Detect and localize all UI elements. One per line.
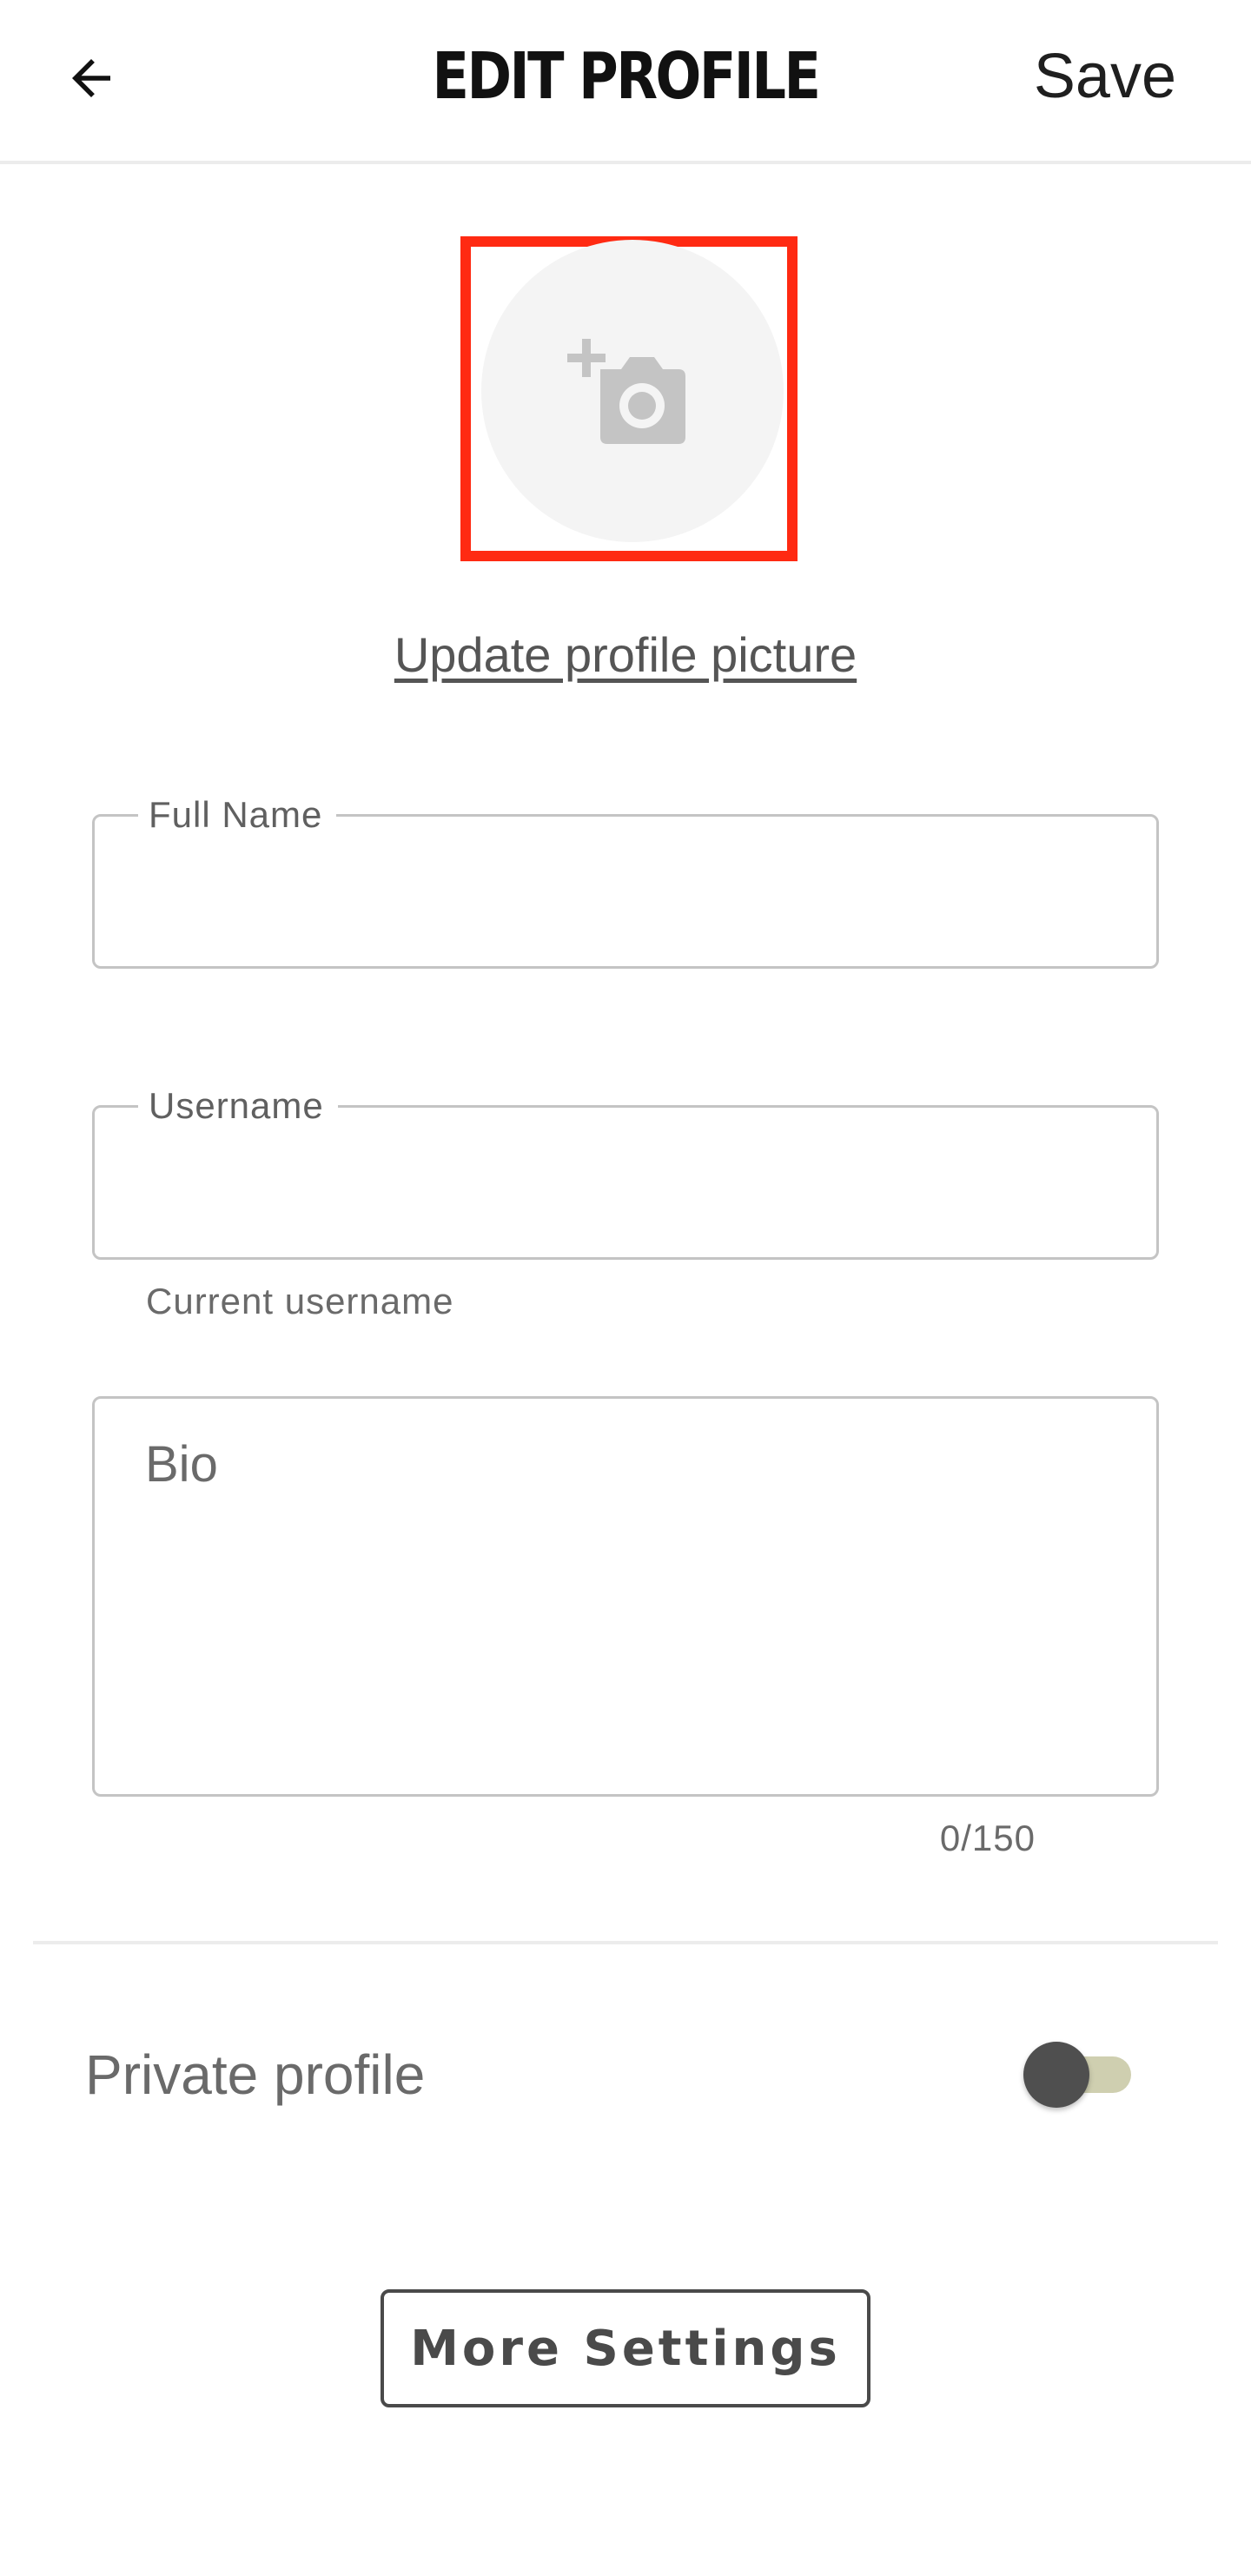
more-settings-button[interactable]: More Settings [381, 2289, 870, 2407]
full-name-label: Full Name [138, 794, 337, 836]
toggle-thumb [1023, 2042, 1089, 2108]
avatar [481, 240, 784, 542]
private-profile-toggle[interactable] [1023, 2042, 1131, 2108]
bio-field[interactable] [92, 1396, 1159, 1797]
update-profile-picture-link[interactable]: Update profile picture [394, 627, 857, 682]
username-field[interactable]: Username [92, 1085, 1159, 1260]
profile-picture-button[interactable] [460, 236, 798, 561]
section-divider [33, 1941, 1218, 1944]
bio-textarea[interactable] [145, 1435, 1122, 1768]
full-name-input[interactable] [129, 851, 1122, 949]
edit-profile-screen: EDIT PROFILE Save Update profile picture… [0, 0, 1251, 2576]
app-header: EDIT PROFILE Save [0, 0, 1251, 164]
save-button[interactable]: Save [1034, 35, 1176, 118]
update-profile-picture-row: Update profile picture [0, 624, 1251, 686]
username-label: Username [138, 1085, 338, 1127]
page-title: EDIT PROFILE [432, 39, 821, 114]
username-input[interactable] [129, 1142, 1122, 1240]
full-name-field[interactable]: Full Name [92, 794, 1159, 969]
bio-character-counter: 0/150 [939, 1818, 1036, 1858]
private-profile-label: Private profile [85, 2043, 426, 2106]
add-photo-camera-icon [567, 339, 685, 444]
username-helper-text: Current username [146, 1281, 454, 1321]
